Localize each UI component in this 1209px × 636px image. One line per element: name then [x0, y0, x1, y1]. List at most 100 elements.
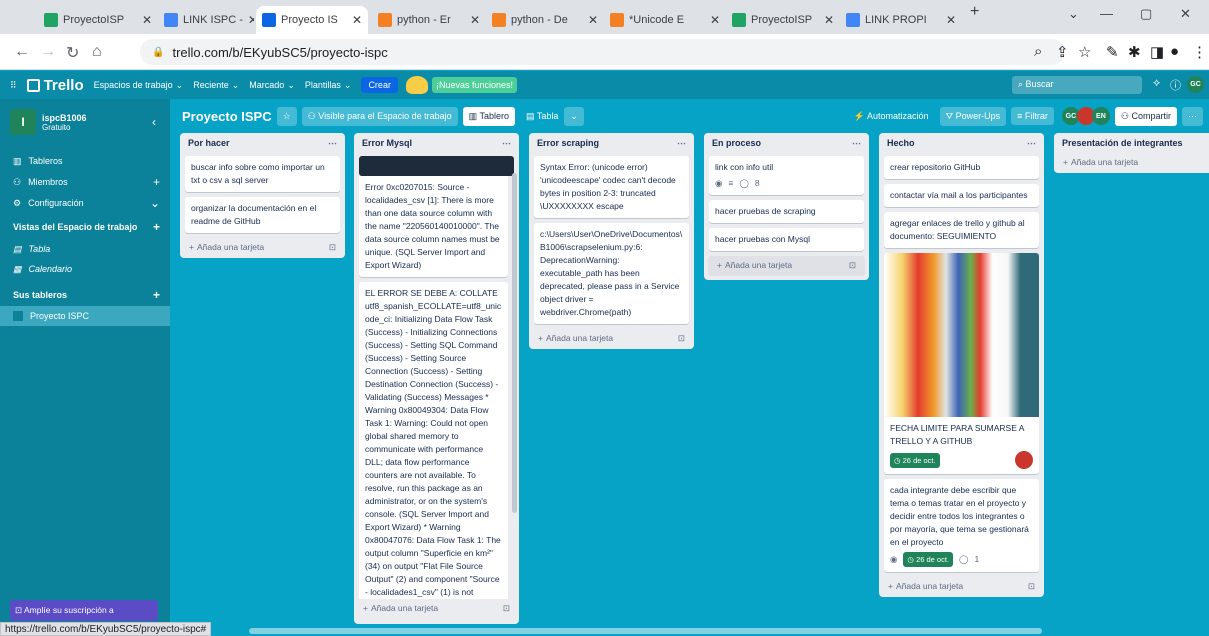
menu-templates[interactable]: Plantillas ⌄ [305, 80, 352, 91]
list-header[interactable]: Error Mysql ⋯ [354, 133, 519, 153]
card[interactable]: crear repositorio GitHub [884, 156, 1039, 179]
add-card-button[interactable]: + Añada una tarjeta ⊡ [354, 599, 519, 619]
add-card-button[interactable]: + Añada una tarjeta ⊡ [708, 256, 865, 276]
avatar[interactable]: GC [1187, 76, 1204, 93]
sidebar-item-calendar[interactable]: ▦ Calendario [0, 259, 170, 279]
card[interactable]: hacer pruebas de scraping [709, 200, 864, 223]
browser-tab[interactable]: ProyectoISP ✕ [726, 6, 840, 34]
card[interactable]: buscar info sobre como importar un txt o… [185, 156, 340, 192]
list-cards-scroll[interactable]: Error 0xc0207015: Source - localidades_c… [354, 153, 519, 599]
close-icon[interactable]: ✕ [352, 13, 362, 27]
close-icon[interactable]: ✕ [470, 13, 480, 27]
view-board-button[interactable]: ▥ Tablero [462, 106, 516, 126]
sidebar-board-proyecto-ispc[interactable]: Proyecto ISPC [0, 306, 170, 326]
board-menu-button[interactable]: ⋯ [1182, 106, 1203, 126]
close-icon[interactable]: ✕ [710, 13, 720, 27]
minimize-icon[interactable]: — [1100, 6, 1113, 21]
close-icon[interactable]: ✕ [588, 13, 598, 27]
powerups-button[interactable]: ⛛ Power-Ups [939, 106, 1007, 126]
card[interactable]: agregar enlaces de trello y github al do… [884, 212, 1039, 248]
add-card-button[interactable]: + Añada una tarjeta ⊡ [529, 329, 694, 349]
list-header[interactable]: Hecho ⋯ [879, 133, 1044, 153]
template-icon[interactable]: ⊡ [849, 260, 856, 272]
view-table-button[interactable]: ▤ Tabla [520, 107, 564, 126]
sidebar-item-settings[interactable]: ⚙ Configuración ⌄ [0, 193, 170, 213]
create-button[interactable]: Crear [361, 77, 398, 93]
sidepanel-icon[interactable]: ◨ [1150, 43, 1164, 61]
card[interactable]: contactar vía mail a los participantes [884, 184, 1039, 207]
trello-logo[interactable]: Trello [26, 77, 84, 94]
due-date-badge[interactable]: ◷ 26 de oct. [890, 452, 940, 468]
plus-icon[interactable]: + [153, 220, 160, 234]
new-features-badge[interactable]: ¡Nuevas funciones! [431, 77, 517, 93]
url-input[interactable]: 🔒 trello.com/b/EKyubSC5/proyecto-ispc [140, 39, 1065, 65]
forward-icon[interactable]: → [40, 43, 56, 61]
close-icon[interactable]: ✕ [946, 13, 956, 27]
card[interactable]: EL ERROR SE DEBE A: COLLATE utf8_spanish… [359, 282, 508, 599]
card[interactable]: organizar la documentación en el readme … [185, 197, 340, 233]
help-icon[interactable]: ⓘ [1170, 77, 1181, 93]
home-icon[interactable]: ⌂ [92, 43, 102, 61]
search-input[interactable]: ⌕ Buscar [1012, 76, 1142, 94]
window-close-icon[interactable]: ✕ [1180, 6, 1191, 22]
board-horizontal-scrollbar[interactable] [249, 628, 1042, 634]
card[interactable]: cada integrante debe escribir que tema o… [884, 479, 1039, 572]
card[interactable]: hacer pruebas con Mysql [709, 228, 864, 251]
card[interactable]: link con info util ◉ ≡ ◯ 8 [709, 156, 864, 195]
workspace-switcher[interactable]: I ispcB1006 Gratuito [10, 109, 87, 135]
menu-recent[interactable]: Reciente ⌄ [193, 80, 239, 91]
extension-icon[interactable]: ✎ [1106, 43, 1119, 61]
list-header[interactable]: Por hacer ⋯ [180, 133, 345, 153]
add-card-button[interactable]: + Añada una tarjeta [1054, 153, 1209, 173]
maximize-icon[interactable]: ▢ [1140, 6, 1152, 22]
add-card-button[interactable]: + Añada una tarjeta ⊡ [879, 577, 1044, 597]
browser-tab[interactable]: ProyectoISP ✕ [38, 6, 158, 34]
views-dropdown[interactable]: ⌄ [564, 106, 584, 126]
template-icon[interactable]: ⊡ [503, 603, 510, 615]
close-icon[interactable]: ✕ [248, 13, 254, 27]
collapse-sidebar-icon[interactable]: ‹ [152, 115, 156, 129]
more-icon[interactable]: ⋯ [328, 138, 337, 148]
puzzle-icon[interactable]: ✱ [1128, 43, 1141, 61]
plus-icon[interactable]: + [153, 175, 160, 189]
menu-workspaces[interactable]: Espacios de trabajo ⌄ [94, 80, 184, 91]
member-avatar[interactable]: EN [1091, 107, 1110, 125]
close-icon[interactable]: ✕ [142, 13, 152, 27]
browser-tab[interactable]: *Unicode E ✕ [604, 6, 726, 34]
card[interactable]: c:\Users\User\OneDrive\Documentos\B1006\… [534, 223, 689, 324]
browser-tab[interactable]: LINK PROPI ✕ [840, 6, 962, 34]
share-icon[interactable]: ⇪ [1056, 43, 1069, 61]
browser-tab-active[interactable]: Proyecto IS ✕ [256, 6, 368, 34]
plus-icon[interactable]: + [153, 288, 160, 302]
browser-tab[interactable]: LINK ISPC - ✕ [158, 6, 254, 34]
add-card-button[interactable]: + Añada una tarjeta ⊡ [180, 238, 345, 258]
star-button[interactable]: ☆ [276, 106, 297, 126]
menu-starred[interactable]: Marcado ⌄ [249, 80, 295, 91]
browser-tab[interactable]: python - Er ✕ [372, 6, 486, 34]
sidebar-item-table[interactable]: ▤ Tabla [0, 239, 170, 259]
share-button[interactable]: ⚇ Compartir [1114, 106, 1177, 126]
browser-tab[interactable]: python - De ✕ [486, 6, 604, 34]
automation-button[interactable]: ⚡ Automatización [848, 107, 935, 126]
new-tab-icon[interactable]: + [970, 3, 979, 21]
due-date-badge[interactable]: ◷ 26 de oct. [903, 552, 954, 567]
upgrade-button[interactable]: ⊡ Amplíe su suscripción a [10, 600, 158, 621]
notifications-icon[interactable]: ⟡ [1153, 77, 1160, 90]
card-with-cover[interactable]: FECHA LIMITE PARA SUMARSE A TRELLO Y A G… [884, 253, 1039, 474]
back-icon[interactable]: ← [14, 43, 30, 61]
list-scrollbar[interactable] [512, 173, 517, 513]
card[interactable]: Syntax Error: (unicode error) 'unicodees… [534, 156, 689, 218]
template-icon[interactable]: ⊡ [329, 242, 336, 254]
member-avatar-photo[interactable] [1015, 451, 1033, 469]
bookmark-icon[interactable]: ☆ [1078, 43, 1091, 61]
template-icon[interactable]: ⊡ [678, 333, 685, 345]
profile-icon[interactable]: ● [1170, 43, 1179, 60]
template-icon[interactable]: ⊡ [1028, 581, 1035, 593]
list-header[interactable]: Presentación de integrantes [1054, 133, 1209, 153]
sidebar-item-members[interactable]: ⚇ Miembros + [0, 172, 170, 192]
more-icon[interactable]: ⋯ [852, 138, 861, 148]
more-icon[interactable]: ⋯ [677, 138, 686, 148]
list-header[interactable]: Error scraping ⋯ [529, 133, 694, 153]
more-icon[interactable]: ⋯ [1027, 138, 1036, 148]
close-icon[interactable]: ✕ [824, 13, 834, 27]
